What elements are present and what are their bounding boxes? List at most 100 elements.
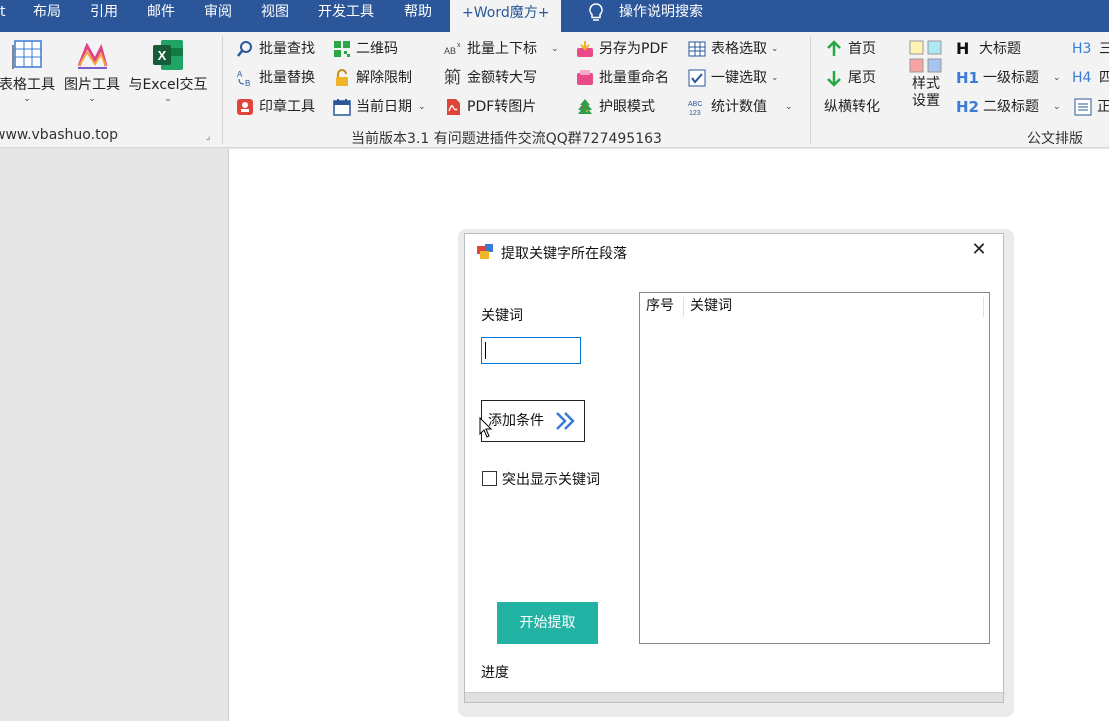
- eye-protection-button[interactable]: 护眼模式: [576, 96, 655, 118]
- batch-superscript-button[interactable]: AB x 批量上下标 ⌄: [444, 38, 559, 60]
- ribbon-separator: [222, 36, 223, 144]
- double-chevron-right-icon: [556, 412, 575, 430]
- last-page-button[interactable]: 尾页: [825, 67, 876, 89]
- tab-mailings[interactable]: 邮件: [147, 0, 175, 32]
- keyword-input[interactable]: [481, 337, 581, 364]
- abc-text: ABC: [688, 101, 702, 108]
- heading2-button[interactable]: H2 二级标题 ⌄: [956, 96, 1061, 118]
- tab-view[interactable]: 视图: [261, 0, 289, 32]
- heading1-button[interactable]: H1 一级标题 ⌄: [956, 67, 1061, 89]
- svg-text:X: X: [158, 48, 167, 63]
- excel-interact-button[interactable]: X 与Excel交互 ⌄: [124, 38, 212, 104]
- seal-tools-button[interactable]: 印章工具: [236, 96, 315, 118]
- style-settings-label-line2: 设置: [912, 93, 940, 109]
- seal-tools-label: 印章工具: [259, 99, 315, 115]
- table-select-button[interactable]: 表格选取 ⌄: [688, 38, 779, 60]
- column-separator[interactable]: [983, 297, 984, 317]
- dialog-launcher-icon[interactable]: ⌟: [206, 132, 210, 142]
- column-header-index[interactable]: 序号: [640, 293, 674, 320]
- pdf-to-image-label: PDF转图片: [467, 99, 537, 115]
- orientation-convert-label: 纵横转化: [824, 99, 880, 115]
- table-select-label: 表格选取: [711, 41, 767, 57]
- superscript-icon: ABx: [444, 42, 461, 56]
- amount-uppercase-button[interactable]: 箣 金额转大写: [444, 67, 537, 89]
- magnifier-icon: [237, 41, 252, 57]
- heading-h4-icon: H4: [1072, 70, 1092, 86]
- tab-layout[interactable]: 布局: [33, 0, 61, 32]
- eye-protection-label: 护眼模式: [599, 99, 655, 115]
- body-text-label: 正: [1097, 99, 1109, 115]
- qrcode-button[interactable]: 二维码: [333, 38, 398, 60]
- save-as-pdf-button[interactable]: 另存为PDF: [576, 38, 668, 60]
- remove-restriction-button[interactable]: 解除限制: [333, 67, 412, 89]
- column-header-keyword[interactable]: 关键词: [684, 293, 732, 320]
- website-label: www.vbashuo.top: [0, 127, 119, 143]
- chevron-down-icon: ⌄: [88, 94, 96, 104]
- body-text-button[interactable]: 正: [1074, 96, 1109, 118]
- app-icon: [477, 244, 493, 259]
- table-tools-button[interactable]: 表格工具 ⌄: [0, 38, 58, 104]
- heading-h-icon: H: [956, 39, 970, 58]
- title-heading-label: 大标题: [979, 41, 1021, 57]
- style-settings-label: 样式 设置: [904, 76, 948, 110]
- orientation-convert-button[interactable]: 纵横转化: [824, 96, 880, 118]
- tab-references[interactable]: 引用: [90, 0, 118, 32]
- unlock-icon: [336, 69, 348, 86]
- amount-uppercase-label: 金额转大写: [467, 70, 537, 86]
- tab-help[interactable]: 帮助: [404, 0, 432, 32]
- chevron-down-icon[interactable]: ⌄: [771, 38, 779, 60]
- lightbulb-icon: [589, 3, 603, 21]
- title-heading-button[interactable]: H 大标题: [956, 38, 1021, 60]
- batch-rename-button[interactable]: 批量重命名: [576, 67, 669, 89]
- batch-replace-button[interactable]: AB 批量替换: [236, 67, 315, 89]
- current-date-label: 当前日期: [356, 99, 412, 115]
- heading2-label: 二级标题: [983, 99, 1039, 115]
- one-click-select-button[interactable]: 一键选取 ⌄: [688, 67, 779, 89]
- chevron-down-icon[interactable]: ⌄: [418, 96, 426, 118]
- tab-word-mofang[interactable]: +Word魔方+: [450, 0, 562, 32]
- svg-text:A: A: [237, 70, 243, 79]
- chevron-down-icon[interactable]: ⌄: [771, 67, 779, 89]
- highlight-keyword-label[interactable]: 突出显示关键词: [502, 469, 600, 489]
- pdf-to-image-button[interactable]: PDF转图片: [444, 96, 536, 118]
- chevron-down-icon[interactable]: ⌄: [1053, 67, 1061, 89]
- num123-text: 123: [689, 110, 701, 116]
- close-icon[interactable]: ✕: [969, 240, 989, 260]
- add-condition-button[interactable]: 添加条件: [481, 400, 585, 442]
- style-settings-button[interactable]: 样式 设置: [904, 38, 948, 124]
- chevron-down-icon[interactable]: ⌄: [1053, 96, 1061, 118]
- tree-icon: [578, 99, 592, 114]
- tab-developer[interactable]: 开发工具: [318, 0, 374, 32]
- chevron-down-icon[interactable]: ⌄: [785, 96, 793, 118]
- batch-find-button[interactable]: 批量查找: [236, 38, 315, 60]
- heading3-label: 三: [1099, 41, 1109, 57]
- progress-bar: [465, 692, 1003, 702]
- checkbox-checked-icon: [688, 69, 706, 87]
- first-page-button[interactable]: 首页: [825, 38, 876, 60]
- table-grid-icon: [12, 40, 42, 69]
- heading-h3-icon: H3: [1072, 41, 1092, 57]
- chevron-down-icon[interactable]: ⌄: [551, 38, 559, 60]
- image-chart-icon: [77, 42, 108, 69]
- stat-values-button[interactable]: ABC 123 统计数值 ⌄: [688, 96, 793, 118]
- highlight-keyword-checkbox[interactable]: [482, 471, 497, 486]
- current-date-button[interactable]: 当前日期 ⌄: [333, 96, 426, 118]
- text-caret: [485, 342, 486, 359]
- start-extract-button[interactable]: 开始提取: [497, 602, 598, 644]
- chevron-down-icon: ⌄: [23, 94, 31, 104]
- dialog-title: 提取关键字所在段落: [501, 246, 627, 262]
- tell-me-search[interactable]: 操作说明搜索: [619, 0, 703, 32]
- results-list[interactable]: 序号 关键词: [639, 292, 990, 644]
- heading3-button[interactable]: H3 三: [1072, 38, 1109, 60]
- tab-partial[interactable]: t: [0, 0, 6, 32]
- qrcode-icon: [334, 41, 350, 57]
- svg-text:B: B: [245, 79, 250, 87]
- heading4-button[interactable]: H4 四: [1072, 67, 1109, 89]
- one-click-select-label: 一键选取: [711, 70, 767, 86]
- batch-replace-label: 批量替换: [259, 70, 315, 86]
- heading1-label: 一级标题: [983, 70, 1039, 86]
- progress-label: 进度: [481, 665, 509, 681]
- save-as-pdf-label: 另存为PDF: [599, 41, 669, 57]
- image-tools-button[interactable]: 图片工具 ⌄: [60, 38, 124, 104]
- tab-review[interactable]: 审阅: [204, 0, 232, 32]
